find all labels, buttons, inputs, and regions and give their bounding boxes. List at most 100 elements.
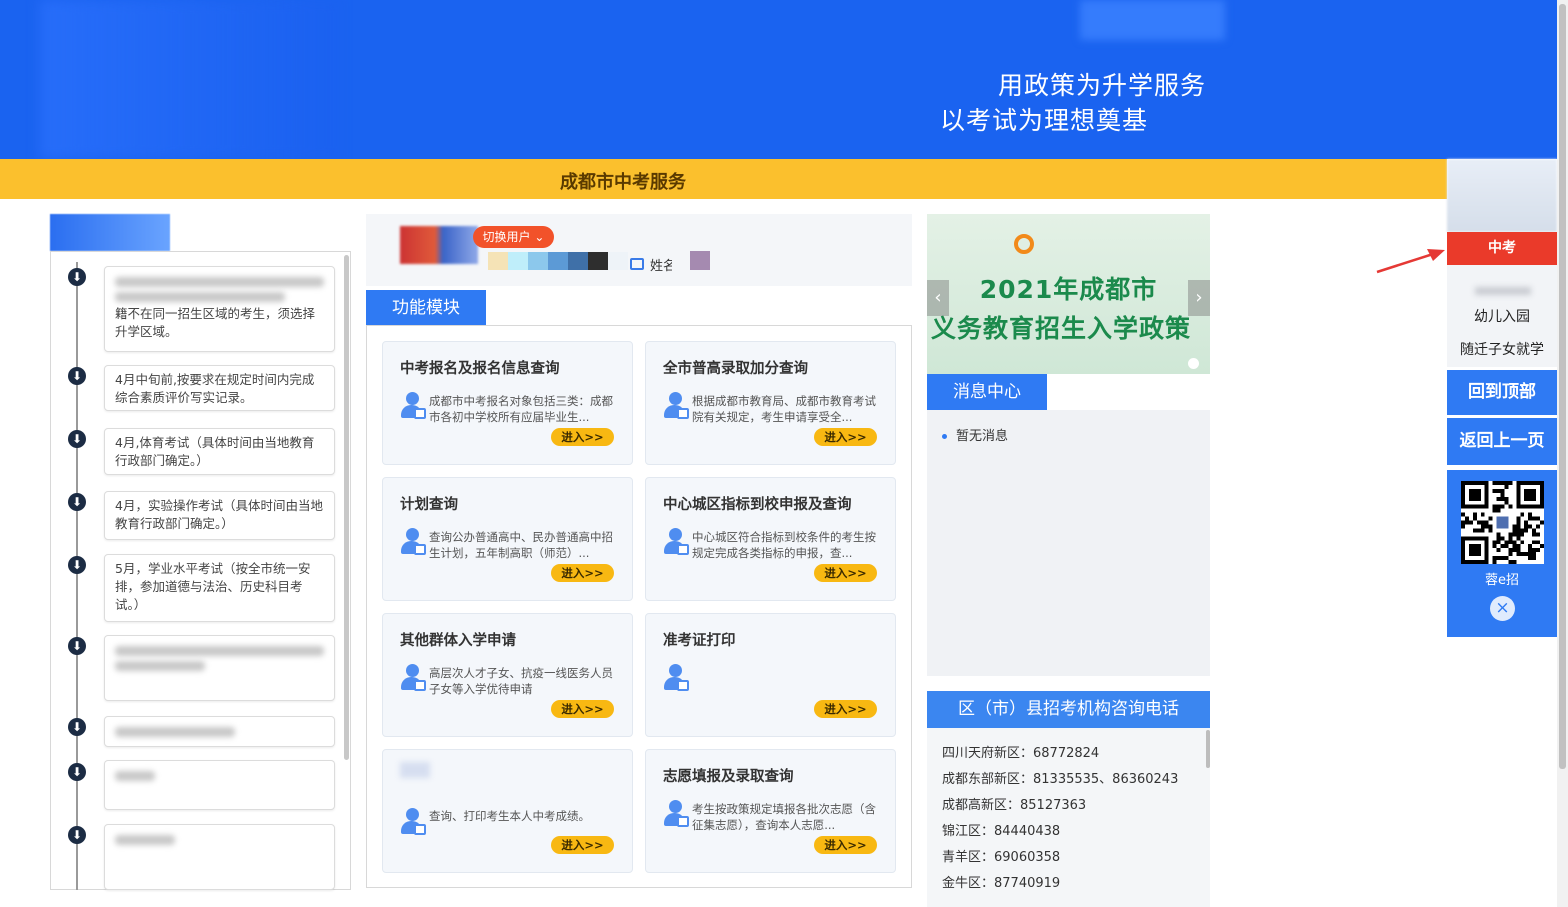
page: 用政策为升学服务 以考试为理想奠基 成都市中考服务 ⬇ 籍不在同一招生区域的考生… [0, 0, 1568, 907]
module-title-blurred [400, 762, 430, 778]
top-banner [0, 0, 1568, 159]
timeline-dot-icon: ⬇ [68, 493, 86, 511]
phone-row: 锦江区：84440438 [942, 824, 1061, 839]
policy-carousel[interactable]: 2021年成都市 义务教育招生入学政策 [927, 214, 1210, 374]
module-card[interactable]: 准考证打印 进入>> [645, 613, 896, 737]
timeline-card-blurred [104, 635, 335, 701]
timeline-card-text: 4月，实验操作考试（具体时间由当地教育行政部门确定。） [115, 498, 323, 531]
enter-button[interactable]: 进入>> [814, 836, 877, 854]
module-desc: 考生按政策规定填报各批次志愿（含征集志愿），查询本人志愿... [692, 802, 876, 832]
enter-button[interactable]: 进入>> [551, 564, 614, 582]
carousel-indicator-dot[interactable] [1188, 358, 1199, 369]
carousel-prev-button[interactable]: ‹ [927, 280, 949, 316]
blurred-text [115, 727, 235, 737]
carousel-headline-2: 义务教育招生入学政策 [931, 314, 1192, 343]
timeline-card-text: 籍不在同一招生区域的考生，须选择升学区域。 [115, 306, 316, 339]
timeline-tab-blurred[interactable] [50, 214, 170, 251]
banner-corner-blurred [1080, 0, 1225, 40]
module-title: 中心城区指标到校申报及查询 [663, 497, 852, 513]
qr-code [1461, 481, 1544, 564]
close-icon[interactable]: × [1490, 596, 1515, 621]
message-text: 暂无消息 [956, 429, 1009, 444]
enter-button[interactable]: 进入>> [814, 564, 877, 582]
timeline-card-text: 4月中旬前,按要求在规定时间内完成综合素质评价写实记录。 [115, 372, 315, 405]
banner-slogan-line2: 以考试为理想奠基 [940, 106, 1149, 135]
user-doc-icon [663, 528, 689, 556]
blurred-swatch [548, 252, 568, 270]
switch-user-label: 切换用户 [482, 230, 531, 244]
module-card[interactable]: 中心城区指标到校申报及查询中心城区符合指标到校条件的考生按规定完成各类指标的申报… [645, 477, 896, 601]
phone-row: 青羊区：69060358 [942, 850, 1061, 865]
message-panel [927, 410, 1210, 676]
switch-user-button[interactable]: 切换用户 ⌄ [473, 226, 554, 248]
blurred-text [1475, 287, 1531, 295]
timeline-scrollbar[interactable] [344, 255, 349, 760]
float-item-zhongkao-active[interactable]: 中考 [1447, 232, 1557, 265]
id-card-icon [630, 258, 644, 270]
phone-row: 成都东部新区：81335535、86360243 [942, 772, 1179, 787]
phone-scrollbar[interactable] [1206, 730, 1210, 768]
float-item-kindergarten[interactable]: 幼儿入园 [1447, 301, 1557, 333]
enter-button[interactable]: 进入>> [551, 700, 614, 718]
timeline-card-blurred [104, 824, 335, 890]
module-card[interactable]: 中考报名及报名信息查询 成都市中考报名对象包括三类：成都市各初中学校所有应届毕业生… [382, 341, 633, 465]
section-title: 成都市中考服务 [560, 172, 686, 193]
chevron-down-icon: ⌄ [534, 230, 545, 244]
timeline-card-blurred [104, 716, 335, 747]
carousel-next-button[interactable]: › [1188, 280, 1210, 316]
carousel-headline-1: 2021年成都市 [979, 275, 1158, 304]
enter-button[interactable]: 进入>> [814, 700, 877, 718]
module-title: 志愿填报及录取查询 [663, 769, 794, 785]
tab-function-modules[interactable]: 功能模块 [366, 290, 486, 326]
module-card[interactable]: 查询、打印考生本人中考成绩。 进入>> [382, 749, 633, 873]
timeline-dot-icon: ⬇ [68, 430, 86, 448]
user-doc-icon [400, 392, 426, 420]
banner-slogan-line1: 用政策为升学服务 [998, 71, 1207, 100]
user-doc-icon [400, 528, 426, 556]
module-title: 计划查询 [400, 497, 458, 513]
back-previous-button[interactable]: 返回上一页 [1447, 418, 1557, 465]
blurred-text [115, 661, 205, 671]
module-desc: 中心城区符合指标到校条件的考生按规定完成各类指标的申报，查... [692, 530, 876, 560]
blurred-swatch [508, 252, 528, 270]
timeline-dot-icon: ⬇ [68, 763, 86, 781]
timeline-card: 5月，学业水平考试（按全市统一安排，参加道德与法治、历史科目考试。） [104, 554, 335, 622]
user-doc-icon [663, 392, 689, 420]
module-card[interactable]: 其他群体入学申请 高层次人才子女、抗疫一线医务人员子女等入学优待申请 进入>> [382, 613, 633, 737]
blurred-swatch [568, 252, 588, 270]
module-card[interactable]: 计划查询查询公办普通高中、民办普通高中招生计划，五年制高职（师范）... 进入>> [382, 477, 633, 601]
timeline-card: 4月,体育考试（具体时间由当地教育行政部门确定。） [104, 428, 335, 475]
module-card[interactable]: 全市普高录取加分查询根据成都市教育局、成都市教育考试院有关规定，考生申请享受全.… [645, 341, 896, 465]
timeline-line [76, 262, 78, 890]
blurred-text [115, 835, 175, 845]
timeline-dot-icon: ⬇ [68, 268, 86, 286]
enter-button[interactable]: 进入>> [551, 428, 614, 446]
float-sidebar-header-blurred [1447, 159, 1557, 232]
timeline-card-text: 4月,体育考试（具体时间由当地教育行政部门确定。） [115, 435, 315, 468]
tab-message-center[interactable]: 消息中心 [927, 374, 1047, 411]
module-desc: 高层次人才子女、抗疫一线医务人员子女等入学优待申请 [429, 666, 613, 696]
timeline-dot-icon: ⬇ [68, 637, 86, 655]
page-scrollbar-thumb[interactable] [1559, 4, 1566, 769]
float-item-migrant-children[interactable]: 随迁子女就学 [1447, 333, 1557, 367]
phone-row: 四川天府新区：68772824 [942, 746, 1100, 761]
blurred-swatch [588, 252, 608, 270]
blurred-swatch [528, 252, 548, 270]
enter-button[interactable]: 进入>> [551, 836, 614, 854]
enter-button[interactable]: 进入>> [814, 428, 877, 446]
module-title: 全市普高录取加分查询 [663, 361, 808, 377]
blurred-swatch [608, 252, 628, 270]
user-doc-icon [663, 664, 689, 692]
qr-label: 蓉e招 [1485, 573, 1519, 588]
module-card[interactable]: 志愿填报及录取查询考生按政策规定填报各批次志愿（含征集志愿），查询本人志愿...… [645, 749, 896, 873]
user-doc-icon [663, 800, 689, 828]
banner-logo-blurred [40, 0, 340, 159]
timeline-card: 4月，实验操作考试（具体时间由当地教育行政部门确定。） [104, 491, 335, 540]
phone-row: 成都高新区：85127363 [942, 798, 1087, 813]
module-desc: 成都市中考报名对象包括三类：成都市各初中学校所有应届毕业生... [429, 394, 613, 424]
back-to-top-button[interactable]: 回到顶部 [1447, 370, 1557, 415]
module-desc: 根据成都市教育局、成都市教育考试院有关规定，考生申请享受全... [692, 394, 876, 424]
float-item-blurred[interactable] [1447, 265, 1557, 305]
module-desc: 查询公办普通高中、民办普通高中招生计划，五年制高职（师范）... [429, 530, 613, 560]
timeline-card-blurred [104, 760, 335, 810]
